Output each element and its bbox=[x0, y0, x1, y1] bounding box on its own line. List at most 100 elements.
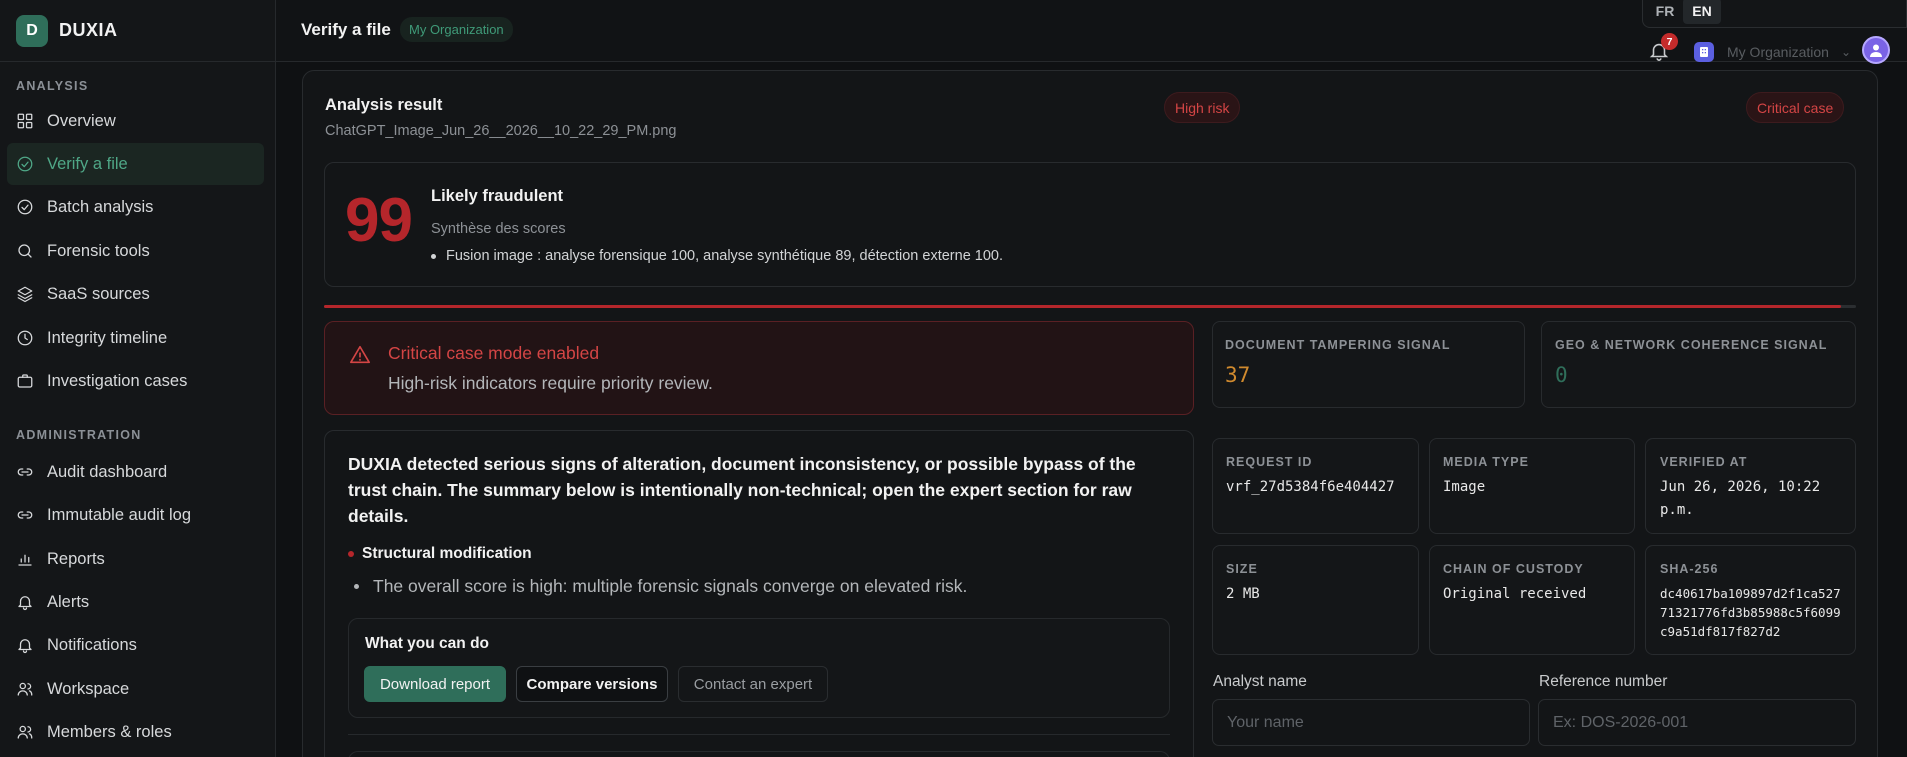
download-report-button[interactable]: Download report bbox=[364, 666, 506, 702]
sidebar-item-audit-dashboard[interactable]: Audit dashboard bbox=[7, 451, 264, 493]
chain-of-custody-value: Original received bbox=[1443, 586, 1587, 602]
verdict-title: Likely fraudulent bbox=[431, 187, 564, 205]
sha256-line3: c9a51df817f827d2 bbox=[1660, 624, 1781, 639]
sidebar-item-label: Verify a file bbox=[47, 154, 128, 173]
result-filename: ChatGPT_Image_Jun_26__2026__10_22_29_PM.… bbox=[325, 123, 677, 139]
geo-network-signal-card bbox=[1541, 321, 1856, 408]
check-circle-icon bbox=[16, 155, 34, 173]
link-icon bbox=[16, 506, 34, 524]
reference-number-label: Reference number bbox=[1539, 673, 1668, 690]
users-icon bbox=[16, 723, 34, 741]
alert-text: High-risk indicators require priority re… bbox=[388, 373, 713, 393]
request-id-label: REQUEST ID bbox=[1226, 455, 1313, 469]
media-type-label: MEDIA TYPE bbox=[1443, 455, 1529, 469]
nav-section-analysis: ANALYSIS bbox=[16, 79, 89, 93]
org-building-icon[interactable] bbox=[1694, 42, 1714, 62]
sidebar: D DUXIA ANALYSIS Overview Verify a file … bbox=[0, 0, 276, 757]
sidebar-item-reports[interactable]: Reports bbox=[7, 538, 264, 580]
analyst-name-input[interactable] bbox=[1212, 699, 1530, 746]
sidebar-item-label: Overview bbox=[47, 111, 116, 130]
brand-name: DUXIA bbox=[59, 20, 118, 40]
lang-fr-button[interactable]: FR bbox=[1651, 0, 1679, 24]
sidebar-item-integrity-timeline[interactable]: Integrity timeline bbox=[7, 317, 264, 359]
top-bar: Verify a file My Organization FR EN 7 My… bbox=[276, 0, 1907, 64]
signal-bullet: The overall score is high: multiple fore… bbox=[354, 576, 967, 597]
sidebar-item-alerts[interactable]: Alerts bbox=[7, 581, 264, 623]
verified-at-value-line2: p.m. bbox=[1660, 502, 1694, 518]
critical-mode-alert bbox=[324, 321, 1194, 415]
signal-title: Structural modification bbox=[348, 545, 532, 563]
language-switcher: FR EN bbox=[1642, 0, 1907, 28]
request-id-value: vrf_27d5384f6e404427 bbox=[1226, 479, 1395, 495]
sidebar-item-immutable-audit-log[interactable]: Immutable audit log bbox=[7, 494, 264, 536]
sidebar-item-label: Investigation cases bbox=[47, 371, 188, 390]
sidebar-item-label: Immutable audit log bbox=[47, 505, 191, 524]
divider bbox=[348, 734, 1170, 735]
sha256-label: SHA-256 bbox=[1660, 562, 1719, 576]
sidebar-item-members-roles[interactable]: Members & roles bbox=[7, 711, 264, 753]
org-badge: My Organization bbox=[400, 17, 513, 42]
size-value: 2 MB bbox=[1226, 586, 1260, 602]
score-detail: Fusion image : analyse forensique 100, a… bbox=[431, 248, 1003, 264]
compare-versions-button[interactable]: Compare versions bbox=[516, 666, 668, 702]
check-circle-icon bbox=[16, 198, 34, 216]
page-title: Verify a file bbox=[301, 20, 391, 39]
analyst-name-label: Analyst name bbox=[1213, 673, 1307, 690]
user-avatar[interactable] bbox=[1862, 36, 1890, 64]
briefcase-icon bbox=[16, 372, 34, 390]
sidebar-item-forensic-tools[interactable]: Forensic tools bbox=[7, 230, 264, 272]
risk-score: 99 bbox=[345, 186, 413, 255]
sidebar-item-investigation-cases[interactable]: Investigation cases bbox=[7, 360, 264, 402]
sidebar-item-label: Integrity timeline bbox=[47, 328, 168, 347]
actions-title: What you can do bbox=[365, 635, 489, 652]
summary-text: DUXIA detected serious signs of alterati… bbox=[348, 454, 1136, 526]
risk-progress-fill bbox=[324, 305, 1841, 308]
sidebar-item-label: Workspace bbox=[47, 679, 130, 698]
org-switcher-label[interactable]: My Organization bbox=[1727, 44, 1829, 60]
sha256-line2: 71321776fd3b85988c5f6099 bbox=[1660, 605, 1841, 620]
tampering-signal-card bbox=[1212, 321, 1525, 408]
layers-icon bbox=[16, 285, 34, 303]
sidebar-item-notifications[interactable]: Notifications bbox=[7, 624, 264, 666]
sidebar-item-label: SaaS sources bbox=[47, 284, 150, 303]
geo-network-signal-value: 0 bbox=[1555, 363, 1568, 387]
warning-triangle-icon bbox=[349, 344, 371, 366]
tampering-signal-value: 37 bbox=[1225, 363, 1251, 387]
sidebar-item-batch-analysis[interactable]: Batch analysis bbox=[7, 186, 264, 228]
bell-icon bbox=[16, 593, 34, 611]
sidebar-item-overview[interactable]: Overview bbox=[7, 100, 264, 142]
brand[interactable]: D DUXIA bbox=[0, 0, 275, 62]
sidebar-item-label: Alerts bbox=[47, 592, 90, 611]
expert-section-box[interactable] bbox=[348, 751, 1170, 757]
nav-section-administration: ADMINISTRATION bbox=[16, 428, 142, 442]
reference-number-input[interactable] bbox=[1538, 699, 1856, 746]
sidebar-item-workspace[interactable]: Workspace bbox=[7, 668, 264, 710]
chevron-down-icon[interactable]: ⌄ bbox=[1841, 45, 1851, 59]
bell-icon bbox=[16, 636, 34, 654]
users-icon bbox=[16, 680, 34, 698]
result-title: Analysis result bbox=[325, 96, 443, 114]
sidebar-item-label: Reports bbox=[47, 549, 105, 568]
signal-dot bbox=[348, 551, 354, 557]
notification-count-badge: 7 bbox=[1661, 33, 1678, 50]
clock-icon bbox=[16, 329, 34, 347]
grid-icon bbox=[16, 112, 34, 130]
link-icon bbox=[16, 463, 34, 481]
sidebar-item-label: Audit dashboard bbox=[47, 462, 168, 481]
sha256-line1: dc40617ba109897d2f1ca527 bbox=[1660, 586, 1841, 601]
sidebar-item-label: Forensic tools bbox=[47, 241, 150, 260]
sidebar-item-label: Batch analysis bbox=[47, 197, 154, 216]
sidebar-item-saas-sources[interactable]: SaaS sources bbox=[7, 273, 264, 315]
signal-title-label: Structural modification bbox=[362, 545, 532, 562]
media-type-value: Image bbox=[1443, 479, 1486, 495]
verified-at-value-line1: Jun 26, 2026, 10:22 bbox=[1660, 479, 1821, 495]
risk-progress-bar bbox=[324, 305, 1856, 308]
size-label: SIZE bbox=[1226, 562, 1258, 576]
score-subtitle: Synthèse des scores bbox=[431, 221, 566, 237]
contact-expert-button[interactable]: Contact an expert bbox=[678, 666, 828, 702]
brand-logo: D bbox=[16, 14, 48, 47]
lang-en-button[interactable]: EN bbox=[1683, 0, 1721, 24]
alert-title: Critical case mode enabled bbox=[388, 343, 600, 363]
sidebar-item-verify-a-file[interactable]: Verify a file bbox=[7, 143, 264, 185]
search-icon bbox=[16, 242, 34, 260]
